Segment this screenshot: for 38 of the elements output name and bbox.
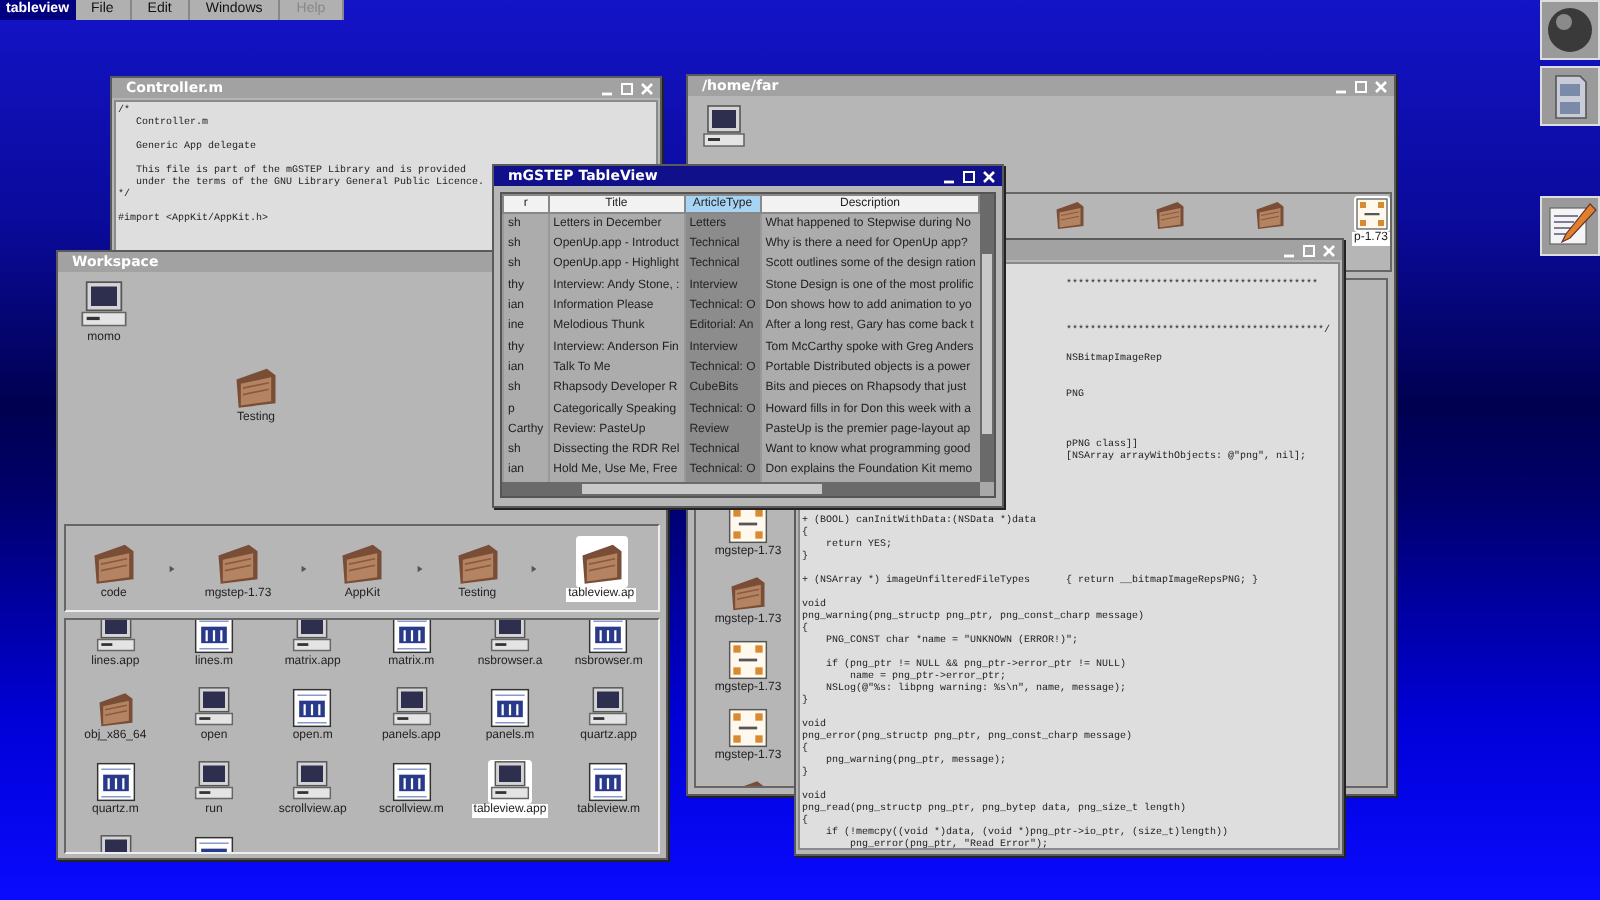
monitor-icon[interactable]	[389, 686, 434, 730]
close-icon[interactable]	[982, 169, 997, 183]
archive-icon[interactable]	[726, 706, 770, 750]
folder-icon[interactable]	[1251, 196, 1288, 232]
monitor-icon[interactable]	[487, 760, 532, 804]
arrow-icon	[530, 563, 539, 573]
folder-icon[interactable]	[575, 535, 628, 587]
document-icon[interactable]	[586, 760, 631, 804]
arrow-icon	[415, 563, 424, 573]
monitor-icon[interactable]	[700, 104, 748, 152]
monitor-icon[interactable]	[586, 686, 631, 730]
folder-icon[interactable]	[1151, 196, 1188, 232]
monitor-icon[interactable]	[290, 620, 335, 656]
scroll-thumb[interactable]	[582, 483, 822, 494]
scrollbar[interactable]	[980, 194, 995, 482]
document-icon[interactable]	[487, 686, 532, 730]
cabinet-icon[interactable]	[1540, 66, 1600, 126]
monitor-icon[interactable]	[78, 280, 130, 332]
scroll-thumb[interactable]	[982, 254, 993, 434]
pencil-icon[interactable]	[1540, 196, 1600, 256]
monitor-icon[interactable]	[290, 760, 335, 804]
archive-icon[interactable]	[1354, 196, 1390, 232]
monitor-icon[interactable]	[487, 620, 532, 656]
document-icon[interactable]	[290, 686, 335, 730]
maximize-icon[interactable]	[962, 169, 977, 183]
monitor-icon[interactable]	[93, 620, 138, 656]
document-icon[interactable]	[191, 620, 236, 656]
sphere-icon[interactable]	[1540, 0, 1600, 60]
monitor-icon[interactable]	[191, 760, 236, 804]
document-icon[interactable]	[389, 760, 434, 804]
monitor-icon[interactable]	[191, 686, 236, 730]
archive-icon[interactable]	[726, 638, 770, 682]
arrow-icon	[167, 563, 176, 573]
document-icon[interactable]	[93, 760, 138, 804]
folder-icon[interactable]	[1051, 196, 1088, 232]
document-icon[interactable]	[586, 620, 631, 656]
arrow-icon	[300, 563, 309, 573]
document-icon[interactable]	[389, 620, 434, 656]
